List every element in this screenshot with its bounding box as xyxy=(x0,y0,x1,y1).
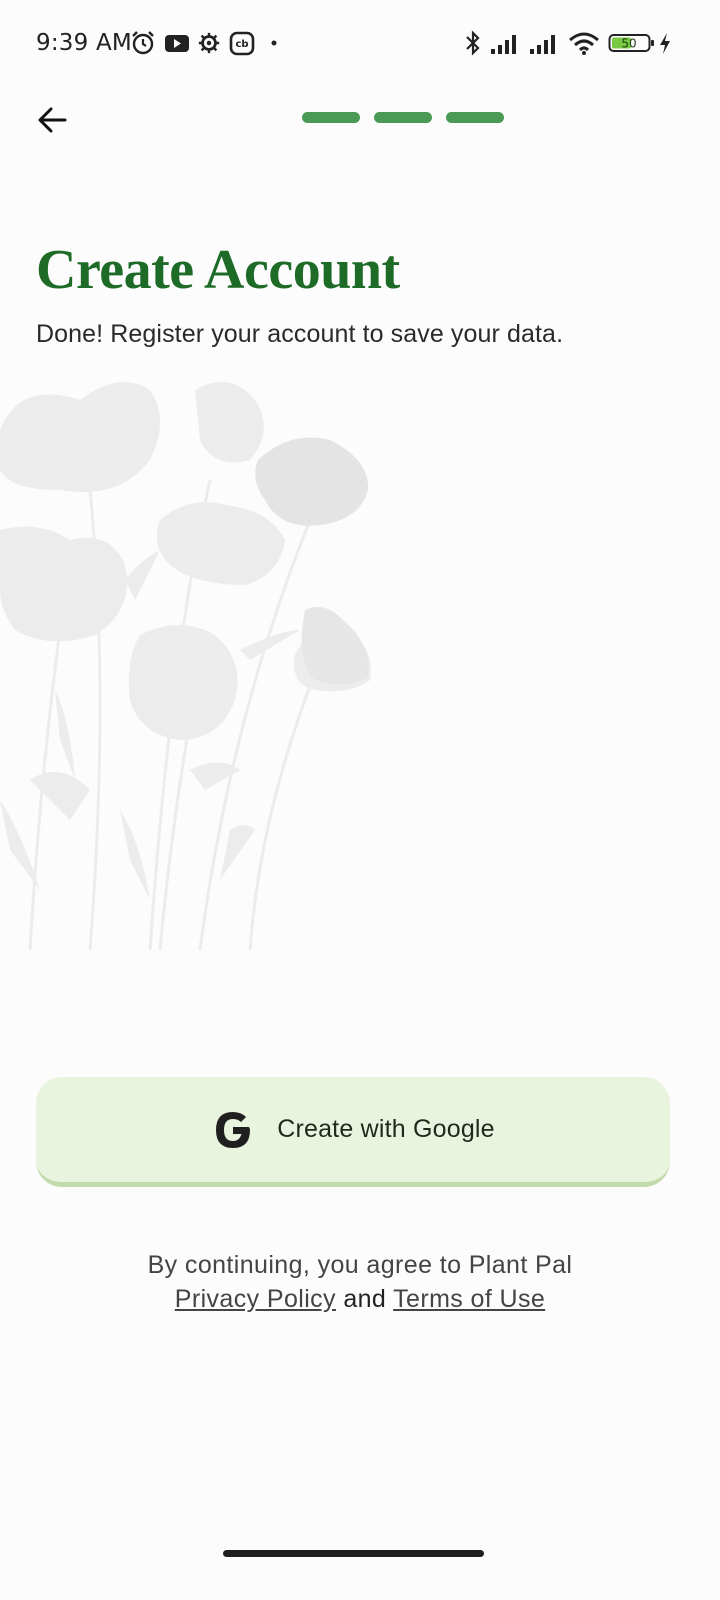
flower-illustration xyxy=(0,382,371,950)
cb-app-icon: cb xyxy=(229,31,255,56)
dot-icon xyxy=(271,40,277,46)
legal-prefix: By continuing, you agree to Plant Pal xyxy=(147,1251,573,1279)
settings-gear-icon xyxy=(198,32,220,54)
legal-and-text: and xyxy=(343,1285,387,1313)
charging-icon xyxy=(660,33,670,54)
wifi-icon xyxy=(569,32,599,55)
svg-text:cb: cb xyxy=(235,39,248,50)
progress-step-2 xyxy=(374,112,432,123)
home-indicator[interactable] xyxy=(223,1550,484,1557)
alarm-icon xyxy=(132,31,154,55)
battery-level-text: 50 xyxy=(621,37,636,51)
battery-icon: 50 xyxy=(608,34,654,52)
progress-step-1 xyxy=(302,112,360,123)
arrow-left-icon xyxy=(38,107,67,133)
terms-of-use-link[interactable]: Terms of Use xyxy=(393,1285,545,1313)
progress-step-3 xyxy=(446,112,504,123)
progress-indicator xyxy=(302,112,504,123)
create-with-google-label: Create with Google xyxy=(277,1115,495,1143)
create-account-screen: 9:39 AM cb 50 Create Account Done! Regis… xyxy=(0,0,720,1600)
page-title: Create Account xyxy=(36,239,400,301)
page-subtitle: Done! Register your account to save your… xyxy=(36,320,564,348)
signal-icon xyxy=(491,35,516,54)
youtube-icon xyxy=(165,35,189,52)
status-bar: 9:39 AM cb 50 xyxy=(0,0,720,90)
create-with-google-button[interactable]: Create with Google xyxy=(36,1077,670,1187)
bluetooth-icon xyxy=(466,30,480,56)
legal-notice: By continuing, you agree to Plant Pal Pr… xyxy=(0,1248,720,1316)
status-time: 9:39 AM xyxy=(36,30,132,56)
privacy-policy-link[interactable]: Privacy Policy xyxy=(175,1285,336,1313)
back-button[interactable] xyxy=(30,98,74,142)
signal-icon-2 xyxy=(530,35,555,54)
google-g-icon xyxy=(216,1111,251,1148)
legal-links-row: Privacy Policy and Terms of Use xyxy=(0,1282,720,1316)
